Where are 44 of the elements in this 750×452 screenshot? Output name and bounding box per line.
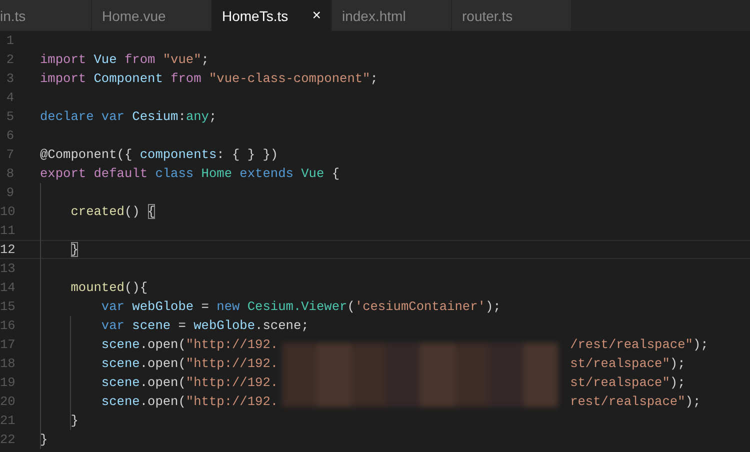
- line-number: 16: [0, 318, 14, 333]
- line-number: 7: [5, 147, 14, 162]
- line-number: 2: [5, 52, 14, 67]
- line-number: 17: [0, 337, 14, 352]
- line-number: 21: [0, 413, 14, 428]
- editor-tab[interactable]: in.ts: [0, 0, 91, 31]
- line-number: 15: [0, 299, 14, 314]
- line-number: 1: [5, 33, 14, 48]
- line-number: 13: [0, 261, 14, 276]
- code-line: import Component from "vue-class-component";: [40, 71, 378, 86]
- editor-tab[interactable]: router.ts: [452, 0, 571, 31]
- line-number: 6: [5, 128, 14, 143]
- code-line: }: [70, 413, 78, 428]
- code-line: var webGlobe = new Cesium.Viewer('cesiumContainer');: [100, 299, 501, 314]
- line-number: 8: [5, 166, 14, 181]
- line-number: 14: [0, 280, 14, 295]
- code-line: mounted(){: [70, 280, 148, 295]
- line-number: 10: [0, 204, 14, 219]
- line-number: 11: [0, 223, 14, 238]
- code-line: scene.open("http://192. rest/realspace");: [100, 394, 701, 409]
- code-line: created() {: [70, 204, 156, 219]
- code-line: @Component({ components: { } }): [40, 147, 278, 162]
- code-line: scene.open("http://192. st/realspace");: [100, 356, 686, 371]
- line-number: 3: [5, 71, 14, 86]
- line-number: 18: [0, 356, 14, 371]
- editor-tab[interactable]: HomeTs.ts ×: [212, 0, 331, 31]
- code-line: scene.open("http://192. /rest/realspace");: [100, 337, 708, 352]
- line-number: 12: [0, 242, 14, 257]
- line-number: 22: [0, 432, 14, 447]
- code-line: export default class Home extends Vue {: [40, 166, 340, 181]
- line-number: 19: [0, 375, 14, 390]
- line-number: 5: [5, 109, 14, 124]
- code-line: declare var Cesium:any;: [40, 109, 217, 124]
- line-number: 20: [0, 394, 14, 409]
- code-line: scene.open("http://192. st/realspace");: [100, 375, 686, 390]
- code-line: }: [70, 242, 78, 257]
- code-line: }: [40, 432, 48, 447]
- code-line: import Vue from "vue";: [40, 52, 209, 67]
- line-number: 4: [5, 90, 14, 105]
- close-icon[interactable]: ×: [312, 7, 321, 24]
- editor-tab[interactable]: Home.vue: [92, 0, 211, 31]
- code-line: var scene = webGlobe.scene;: [100, 318, 309, 333]
- editor-tab[interactable]: index.html: [332, 0, 451, 31]
- line-number: 9: [5, 185, 14, 200]
